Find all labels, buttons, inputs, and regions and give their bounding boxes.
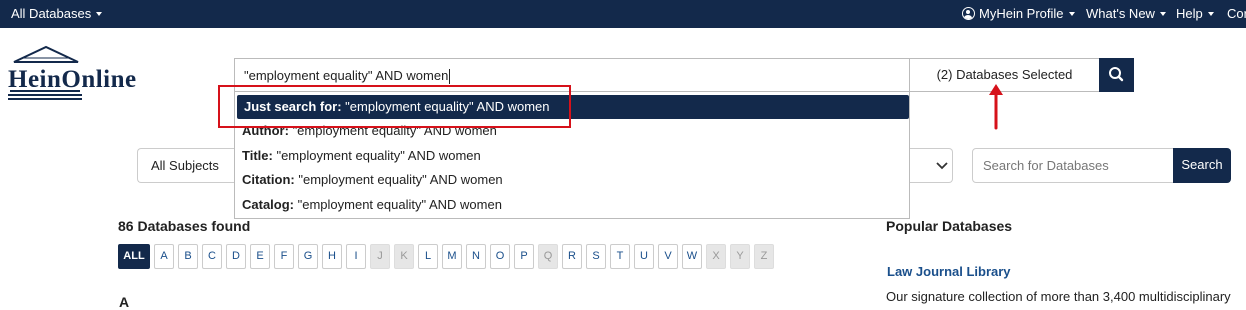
help-label: Help [1176,6,1203,21]
user-icon [962,7,975,21]
contact-menu[interactable]: Cor [1227,0,1246,28]
alphabet-letter-u[interactable]: U [634,244,654,269]
databases-selected-button[interactable]: (2) Databases Selected [909,58,1100,92]
database-search-button[interactable]: Search [1173,148,1231,183]
alphabet-letter-j: J [370,244,390,269]
popular-databases-heading: Popular Databases [886,218,1013,234]
suggestion-title[interactable]: Title: "employment equality" AND women [235,144,909,168]
chevron-down-icon [936,162,948,170]
alphabet-letter-q: Q [538,244,558,269]
profile-label: MyHein Profile [979,6,1064,21]
alphabet-letter-c[interactable]: C [202,244,222,269]
logo-text: HeinOnline [8,66,137,93]
whats-new-label: What's New [1086,6,1155,21]
chevron-down-icon [1159,11,1166,16]
alphabet-letter-a[interactable]: A [154,244,174,269]
alphabet-letter-l[interactable]: L [418,244,438,269]
help-menu[interactable]: Help [1176,0,1214,28]
database-search-input[interactable]: Search for Databases [972,148,1174,183]
section-letter-heading: A [119,294,130,310]
alphabet-filter: ALL A B C D E F G H I J K L M N O P Q R S T U V W X Y Z [118,244,774,269]
type-select[interactable] [905,148,953,183]
alphabet-letter-z: Z [754,244,774,269]
chevron-down-icon [96,11,103,16]
alphabet-letter-i[interactable]: I [346,244,366,269]
search-button[interactable] [1099,58,1134,92]
alphabet-letter-k: K [394,244,414,269]
databases-found-count: 86 Databases found [118,218,251,234]
all-databases-menu[interactable]: All Databases [11,0,103,28]
popular-database-description: Our signature collection of more than 3,… [886,289,1231,304]
alphabet-letter-s[interactable]: S [586,244,606,269]
subject-select[interactable]: All Subjects [137,148,247,183]
alphabet-letter-x: X [706,244,726,269]
contact-label: Cor [1227,6,1246,21]
alphabet-letter-r[interactable]: R [562,244,582,269]
alphabet-letter-d[interactable]: D [226,244,246,269]
law-journal-library-link[interactable]: Law Journal Library [887,264,1011,279]
alphabet-letter-m[interactable]: M [442,244,462,269]
top-nav-bar: All Databases MyHein Profile What's New … [0,0,1246,28]
annotation-highlight-box [218,85,571,128]
alphabet-letter-h[interactable]: H [322,244,342,269]
profile-menu[interactable]: MyHein Profile [962,0,1075,28]
alphabet-letter-p[interactable]: P [514,244,534,269]
search-icon [1109,67,1124,82]
alphabet-letter-w[interactable]: W [682,244,702,269]
alphabet-letter-f[interactable]: F [274,244,294,269]
all-databases-label: All Databases [11,6,92,21]
alphabet-letter-o[interactable]: O [490,244,510,269]
chevron-down-icon [1207,11,1214,16]
alphabet-letter-t[interactable]: T [610,244,630,269]
alphabet-letter-y: Y [730,244,750,269]
whats-new-menu[interactable]: What's New [1086,0,1166,28]
alphabet-letter-all[interactable]: ALL [118,244,150,269]
alphabet-letter-b[interactable]: B [178,244,198,269]
suggestion-citation[interactable]: Citation: "employment equality" AND wome… [235,168,909,192]
alphabet-letter-g[interactable]: G [298,244,318,269]
alphabet-letter-e[interactable]: E [250,244,270,269]
suggestion-catalog[interactable]: Catalog: "employment equality" AND women [235,193,909,217]
alphabet-letter-v[interactable]: V [658,244,678,269]
annotation-up-arrow-icon [989,84,1003,130]
heinonline-logo[interactable]: HeinOnline [8,44,178,102]
chevron-down-icon [1068,11,1075,16]
alphabet-letter-n[interactable]: N [466,244,486,269]
